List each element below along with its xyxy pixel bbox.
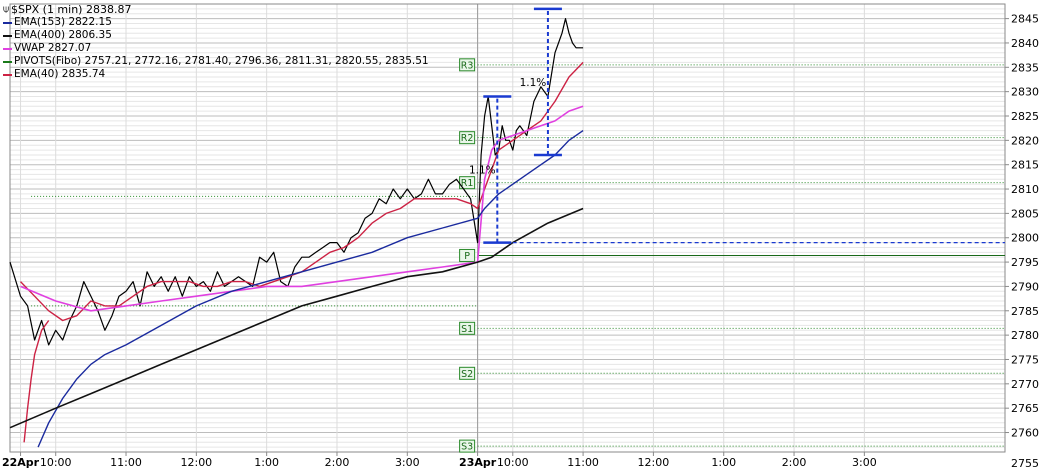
series-line-ema40_early xyxy=(23,320,50,443)
y-tick-label: 2820 xyxy=(1011,134,1039,147)
y-tick-label: 2775 xyxy=(1011,353,1039,366)
x-tick-label: 11:00 xyxy=(110,456,142,468)
legend-label-ema400: EMA(400) 2806.35 xyxy=(14,29,112,41)
legend-label-ema40: EMA(40) 2835.74 xyxy=(14,68,106,80)
x-tick-label: 10:00 xyxy=(40,456,72,468)
pivot-label: R3 xyxy=(461,60,474,71)
legend-swatch-ema40 xyxy=(3,73,12,76)
y-tick-label: 2835 xyxy=(1011,61,1039,74)
legend-swatch-pivots xyxy=(3,60,12,63)
y-tick-label: 2760 xyxy=(1011,427,1039,440)
legend-swatch-vwap xyxy=(3,47,12,50)
legend-entry-ema400: EMA(400) 2806.35 xyxy=(3,29,429,42)
y-tick-label: 2815 xyxy=(1011,159,1039,172)
y-tick-label: 2840 xyxy=(1011,37,1039,50)
x-tick-label: 2:00 xyxy=(325,456,350,468)
y-tick-label: 2765 xyxy=(1011,402,1039,415)
chart-legend: ⍦ $SPX (1 min) 2838.87 EMA(153) 2822.15 … xyxy=(3,3,429,81)
pivot-label: P xyxy=(464,251,470,262)
y-tick-label: 2790 xyxy=(1011,280,1039,293)
pivot-label: S1 xyxy=(461,324,473,335)
x-tick-label: 1:00 xyxy=(711,456,736,468)
y-tick-label: 2780 xyxy=(1011,329,1039,342)
x-tick-label: 12:00 xyxy=(180,456,212,468)
legend-entry-pivots: PIVOTS(Fibo) 2757.21, 2772.16, 2781.40, … xyxy=(3,55,429,68)
legend-swatch-ema153 xyxy=(3,21,12,24)
legend-entry-vwap: VWAP 2827.07 xyxy=(3,42,429,55)
x-tick-label: 12:00 xyxy=(638,456,670,468)
legend-title-row: ⍦ $SPX (1 min) 2838.87 xyxy=(3,3,429,16)
legend-label-vwap: VWAP 2827.07 xyxy=(14,42,92,54)
range-bracket-label: 1.1% xyxy=(520,77,547,89)
x-tick-label: 22Apr xyxy=(2,456,40,468)
legend-label-ema153: EMA(153) 2822.15 xyxy=(14,16,112,28)
candle-icon: ⍦ xyxy=(3,4,9,15)
x-tick-label: 23Apr xyxy=(459,456,497,468)
y-tick-label: 2785 xyxy=(1011,305,1039,318)
pivot-label: S3 xyxy=(461,442,473,453)
x-tick-label: 11:00 xyxy=(567,456,599,468)
legend-label-pivots: PIVOTS(Fibo) 2757.21, 2772.16, 2781.40, … xyxy=(14,55,429,67)
pivot-label: R2 xyxy=(461,133,474,144)
series-line-ema153 xyxy=(37,130,584,448)
x-tick-label: 3:00 xyxy=(395,456,420,468)
legend-entry-ema153: EMA(153) 2822.15 xyxy=(3,16,429,29)
x-tick-label: 3:00 xyxy=(852,456,877,468)
chart-title: $SPX (1 min) 2838.87 xyxy=(11,3,132,16)
y-tick-label: 2795 xyxy=(1011,256,1039,269)
x-tick-label: 1:00 xyxy=(254,456,279,468)
y-tick-label-partial: 2755 xyxy=(1011,457,1039,468)
chart-root: R3 R2 R1 P S1 S2 S3 1.1% 1.1% 2760 2765 2770 2775 278… xyxy=(0,0,1058,468)
y-tick-label: 2825 xyxy=(1011,110,1039,123)
x-tick-label: 2:00 xyxy=(782,456,807,468)
y-tick-label: 2830 xyxy=(1011,86,1039,99)
pivot-label: S2 xyxy=(461,369,473,380)
y-tick-label: 2805 xyxy=(1011,207,1039,220)
range-bracket-label: 1.1% xyxy=(469,165,496,177)
x-tick-label: 10:00 xyxy=(497,456,529,468)
y-tick-label: 2810 xyxy=(1011,183,1039,196)
legend-entry-ema40: EMA(40) 2835.74 xyxy=(3,68,429,81)
y-tick-label: 2845 xyxy=(1011,13,1039,26)
y-tick-label: 2800 xyxy=(1011,232,1039,245)
legend-swatch-ema400 xyxy=(3,34,12,37)
y-tick-label: 2770 xyxy=(1011,378,1039,391)
